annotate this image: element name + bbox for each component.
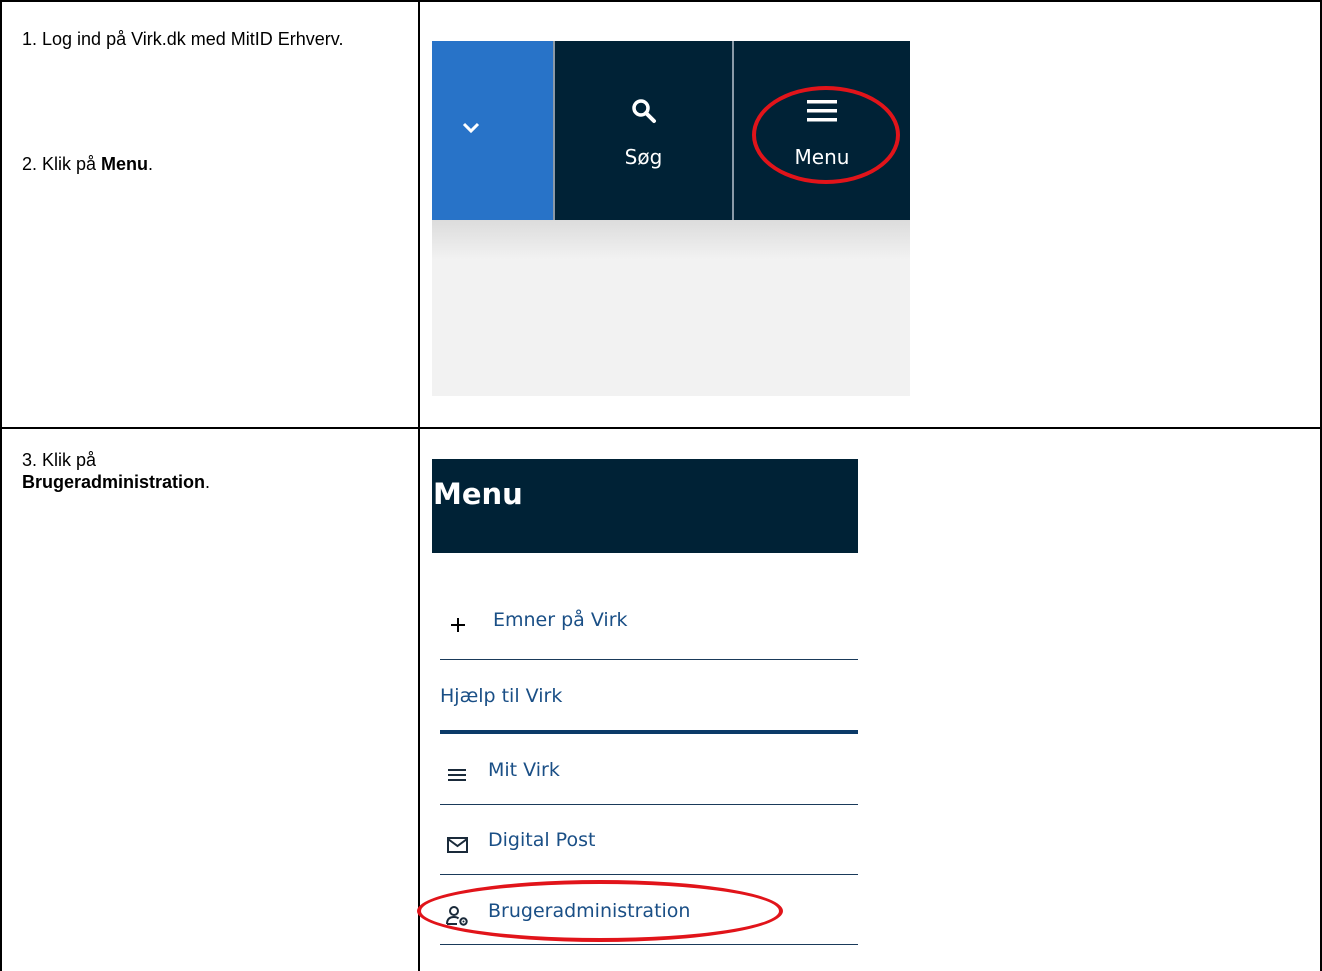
chevron-down-icon <box>462 122 480 134</box>
step-3-text: 3. Klik på Brugeradministration. <box>22 449 412 493</box>
brugeradministration-highlight-circle <box>417 880 783 942</box>
step-2-bold: Menu <box>101 154 149 174</box>
header-shadow <box>432 220 910 260</box>
table-column-divider <box>418 0 420 971</box>
menu-item-hjaelp[interactable]: Hjælp til Virk <box>440 683 858 727</box>
menu-divider-thick <box>440 730 858 734</box>
table-row-divider <box>0 427 1322 429</box>
menu-item-label: Hjælp til Virk <box>440 685 563 707</box>
menu-item-label: Digital Post <box>488 829 596 851</box>
search-icon <box>632 99 656 123</box>
step-1-text: 1. Log ind på Virk.dk med MitID Erhverv. <box>22 29 344 49</box>
table-border-left <box>0 0 2 971</box>
menu-item-emner[interactable]: Emner på Virk <box>440 607 858 651</box>
step-3-prefix: 3. Klik på <box>22 450 97 470</box>
menu-divider <box>440 659 858 660</box>
step-2-suffix: . <box>148 154 154 174</box>
mail-icon <box>447 837 468 853</box>
menu-highlight-circle <box>752 86 900 184</box>
hamburger-icon <box>448 769 466 781</box>
menu-title: Menu <box>433 477 523 511</box>
step-2-text: 2. Klik på Menu. <box>22 153 412 175</box>
search-button[interactable]: Søg <box>555 41 732 220</box>
menu-divider <box>440 804 858 805</box>
menu-divider <box>440 874 858 875</box>
step-3-bold: Brugeradministration <box>22 472 206 492</box>
menu-item-label: Mit Virk <box>488 759 560 781</box>
menu-item-digital-post[interactable]: Digital Post <box>440 827 858 871</box>
menu-item-label: Emner på Virk <box>493 609 628 631</box>
menu-divider <box>440 944 858 945</box>
table-border-top <box>0 0 1322 2</box>
search-label: Søg <box>624 145 663 169</box>
menu-item-mit-virk[interactable]: Mit Virk <box>440 757 858 801</box>
plus-icon <box>451 618 465 632</box>
step-3-suffix: . <box>205 472 211 492</box>
step-2-prefix: 2. Klik på <box>22 154 102 174</box>
dropdown-button[interactable] <box>432 41 553 220</box>
